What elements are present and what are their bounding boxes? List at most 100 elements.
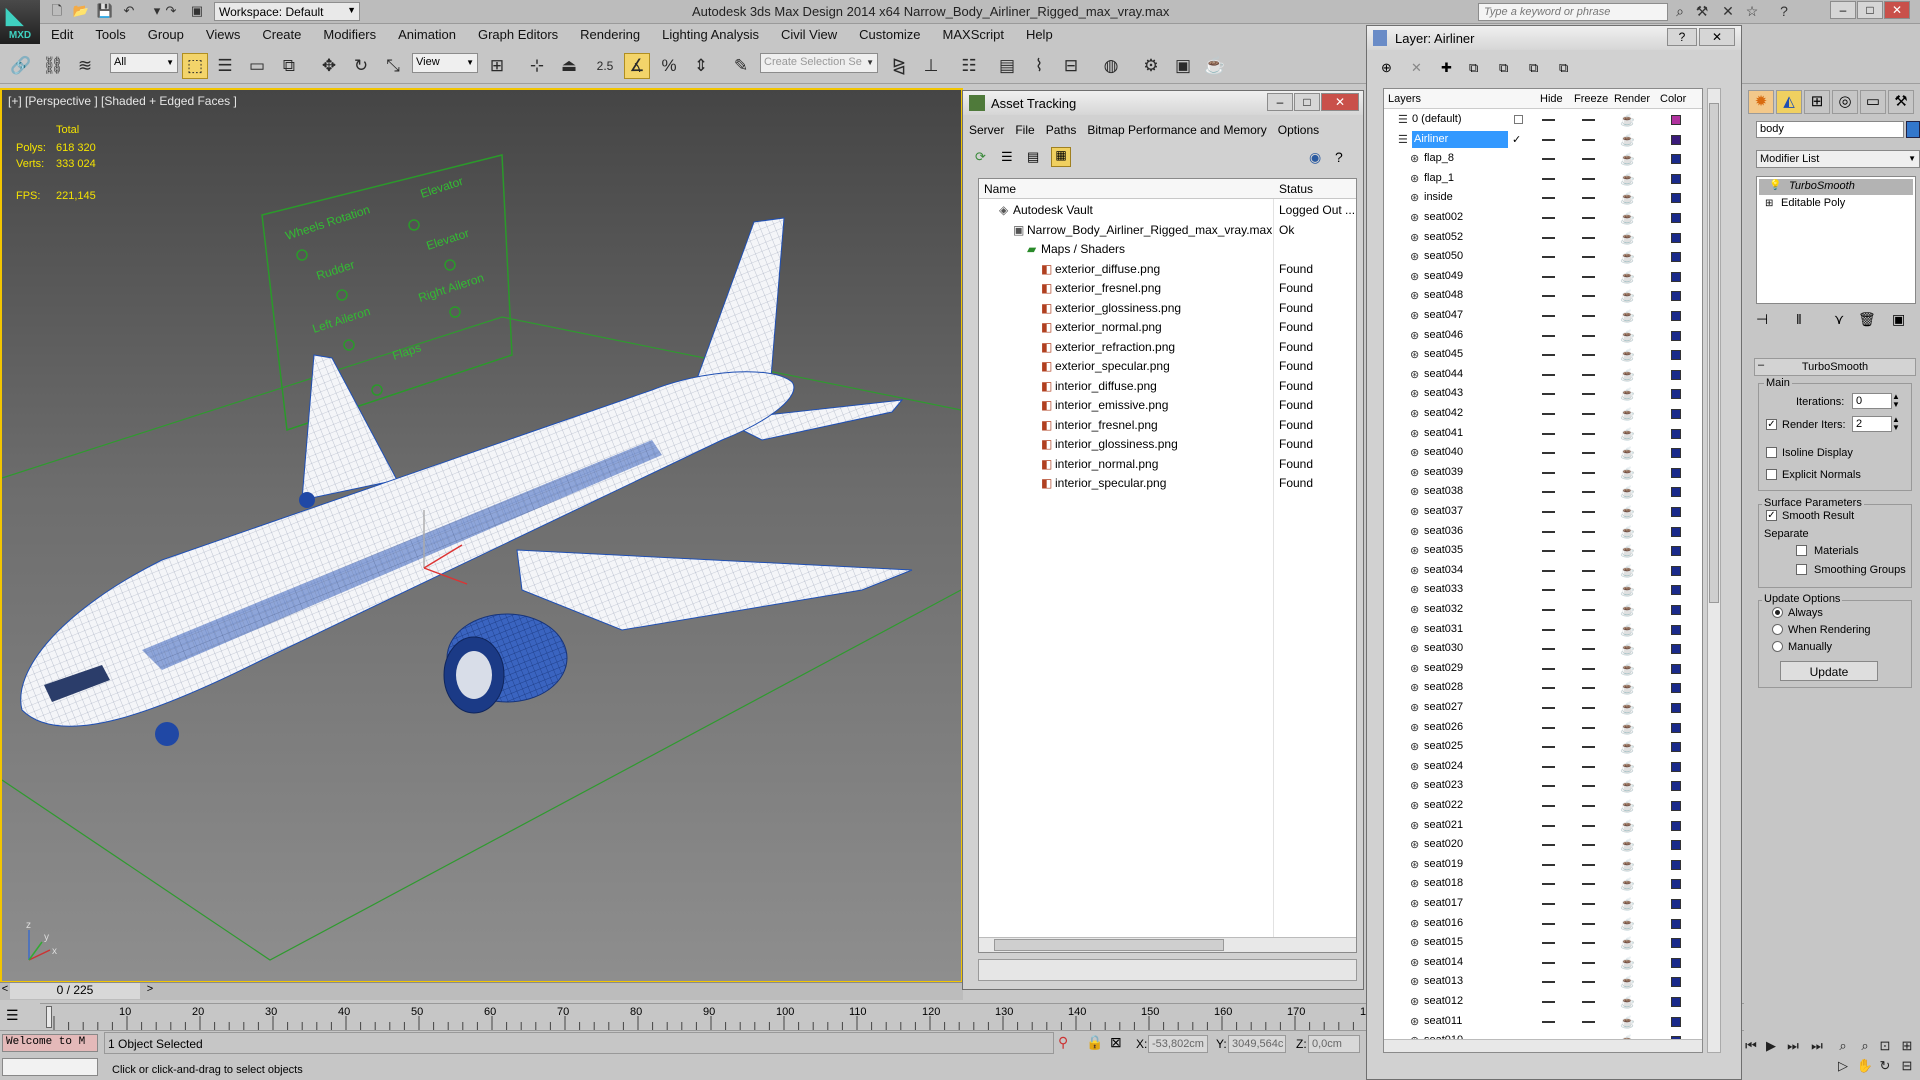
new-file-icon[interactable]: 🗋: [48, 3, 66, 19]
hide-all-icon[interactable]: ⧉: [1529, 60, 1538, 76]
lightbulb-icon[interactable]: 💡: [1769, 180, 1781, 191]
hide-toggle[interactable]: [1542, 432, 1555, 435]
rotate-icon[interactable]: ↻: [348, 53, 374, 79]
field-of-view-icon[interactable]: ▷: [1834, 1058, 1852, 1076]
menu-graph-editors[interactable]: Graph Editors: [467, 24, 569, 42]
freeze-toggle[interactable]: [1582, 746, 1595, 749]
asset-row[interactable]: ◧ interior_glossiness.png Found: [979, 434, 1356, 453]
freeze-toggle[interactable]: [1582, 236, 1595, 239]
freeze-toggle[interactable]: [1582, 765, 1595, 768]
scrollbar-thumb[interactable]: [994, 939, 1224, 951]
asset-maximize-button[interactable]: □: [1294, 93, 1320, 111]
layer-color-swatch[interactable]: [1671, 918, 1681, 929]
hide-toggle[interactable]: [1542, 942, 1555, 945]
current-layer-box[interactable]: [1514, 115, 1523, 124]
asset-menu-bitmap[interactable]: Bitmap Performance and Memory: [1081, 121, 1271, 137]
layer-row[interactable]: ⊛ seat039 ☕: [1384, 463, 1702, 483]
menu-views[interactable]: Views: [195, 24, 251, 42]
layer-color-swatch[interactable]: [1671, 213, 1681, 223]
menu-maxscript[interactable]: MAXScript: [932, 24, 1015, 42]
layer-color-swatch[interactable]: [1671, 703, 1681, 713]
layer-color-swatch[interactable]: [1671, 428, 1681, 439]
hide-toggle[interactable]: [1542, 746, 1555, 749]
render-teapot-icon[interactable]: ☕: [1620, 779, 1635, 793]
selection-filter-dropdown[interactable]: All ▼: [110, 53, 178, 73]
layer-row[interactable]: ⊛ seat042 ☕: [1384, 404, 1702, 424]
menu-help[interactable]: Help: [1015, 24, 1064, 42]
render-teapot-icon[interactable]: ☕: [1620, 348, 1635, 362]
freeze-toggle[interactable]: [1582, 373, 1595, 376]
move-icon[interactable]: ✥: [316, 53, 342, 79]
layer-row-selected[interactable]: ☰ Airliner ✓ ☕: [1384, 130, 1702, 150]
layer-color-swatch[interactable]: [1671, 761, 1681, 772]
menu-tools[interactable]: Tools: [84, 24, 136, 42]
modifier-list-dropdown[interactable]: Modifier List ▼: [1756, 150, 1920, 168]
render-setup-icon[interactable]: ⚙: [1138, 53, 1164, 79]
asset-close-button[interactable]: ✕: [1321, 93, 1359, 111]
z-coord-input[interactable]: 0,0cm: [1308, 1035, 1360, 1053]
layer-row[interactable]: ⊛ seat016 ☕: [1384, 914, 1702, 934]
create-tab-icon[interactable]: ✹: [1748, 90, 1774, 114]
hide-toggle[interactable]: [1542, 217, 1555, 219]
align-icon[interactable]: ⊥: [918, 53, 944, 79]
layer-row[interactable]: ⊛ seat030 ☕: [1384, 639, 1702, 659]
selection-lock-icon[interactable]: 🔒: [1086, 1034, 1103, 1051]
layer-color-swatch[interactable]: [1671, 722, 1681, 733]
render-teapot-icon[interactable]: ☕: [1620, 642, 1635, 656]
graphite-ribbon-icon[interactable]: ▤: [994, 53, 1020, 79]
layer-row[interactable]: ⊛ inside ☕: [1384, 188, 1702, 208]
hide-toggle[interactable]: [1542, 569, 1555, 572]
utilities-tab-icon[interactable]: ⚒: [1888, 90, 1914, 114]
layer-row[interactable]: ⊛ seat014 ☕: [1384, 953, 1702, 973]
freeze-toggle[interactable]: [1582, 432, 1595, 435]
material-editor-icon[interactable]: ◍: [1098, 53, 1124, 79]
layer-row[interactable]: ⊛ seat035 ☕: [1384, 541, 1702, 561]
hide-toggle[interactable]: [1542, 315, 1555, 317]
asset-row[interactable]: ▣ Narrow_Body_Airliner_Rigged_max_vray.ma…: [979, 220, 1356, 239]
hide-toggle[interactable]: [1542, 589, 1555, 592]
layer-row[interactable]: ⊛ seat022 ☕: [1384, 796, 1702, 816]
pivot-center-icon[interactable]: ⊞: [484, 53, 510, 79]
column-hide[interactable]: Hide: [1540, 93, 1563, 105]
render-teapot-icon[interactable]: ☕: [1620, 995, 1635, 1009]
freeze-toggle[interactable]: [1582, 844, 1595, 847]
freeze-toggle[interactable]: [1582, 138, 1595, 141]
hide-toggle[interactable]: [1542, 393, 1555, 396]
render-teapot-icon[interactable]: ☕: [1620, 368, 1635, 382]
layer-row[interactable]: ⊛ seat029 ☕: [1384, 659, 1702, 679]
modify-tab-icon[interactable]: ◭: [1776, 90, 1802, 114]
render-teapot-icon[interactable]: ☕: [1620, 819, 1635, 833]
layer-row[interactable]: ⊛ seat028 ☕: [1384, 678, 1702, 698]
asset-menu-file[interactable]: File: [1009, 121, 1039, 137]
render-teapot-icon[interactable]: ☕: [1620, 564, 1635, 578]
render-teapot-icon[interactable]: ☕: [1620, 858, 1635, 872]
render-teapot-icon[interactable]: ☕: [1620, 525, 1635, 539]
render-teapot-icon[interactable]: ☕: [1620, 289, 1635, 303]
freeze-toggle[interactable]: [1582, 354, 1595, 357]
reference-coordinate-dropdown[interactable]: View ▼: [412, 53, 478, 73]
column-layers[interactable]: Layers: [1388, 93, 1421, 105]
when-rendering-radio[interactable]: [1772, 624, 1783, 635]
render-teapot-icon[interactable]: ☕: [1620, 623, 1635, 637]
layer-row[interactable]: ⊛ seat047 ☕: [1384, 306, 1702, 326]
spinner-arrows-icon[interactable]: ▲ ▼: [1892, 416, 1900, 432]
select-in-layer-icon[interactable]: ⧉: [1469, 60, 1478, 76]
zoom-icon[interactable]: ⌕: [1834, 1038, 1852, 1056]
maximize-viewport-icon[interactable]: ⊞: [1898, 1038, 1916, 1056]
layer-row[interactable]: ⊛ seat049 ☕: [1384, 267, 1702, 287]
freeze-toggle[interactable]: [1582, 805, 1595, 807]
freeze-toggle[interactable]: [1582, 726, 1595, 729]
freeze-toggle[interactable]: [1582, 883, 1595, 886]
layer-color-swatch[interactable]: [1671, 409, 1681, 419]
freeze-toggle[interactable]: [1582, 824, 1595, 827]
hide-toggle[interactable]: [1542, 334, 1555, 337]
smoothing-groups-checkbox[interactable]: [1796, 564, 1807, 575]
render-teapot-icon[interactable]: ☕: [1620, 505, 1635, 519]
hide-toggle[interactable]: [1542, 373, 1555, 376]
workspace-dropdown[interactable]: Workspace: Default ▼: [214, 2, 360, 21]
timeline-marker[interactable]: [46, 1006, 52, 1028]
redo-icon[interactable]: ↷: [162, 3, 180, 19]
layer-row[interactable]: ⊛ seat023 ☕: [1384, 776, 1702, 796]
freeze-toggle[interactable]: [1582, 550, 1595, 553]
hide-toggle[interactable]: [1542, 530, 1555, 533]
